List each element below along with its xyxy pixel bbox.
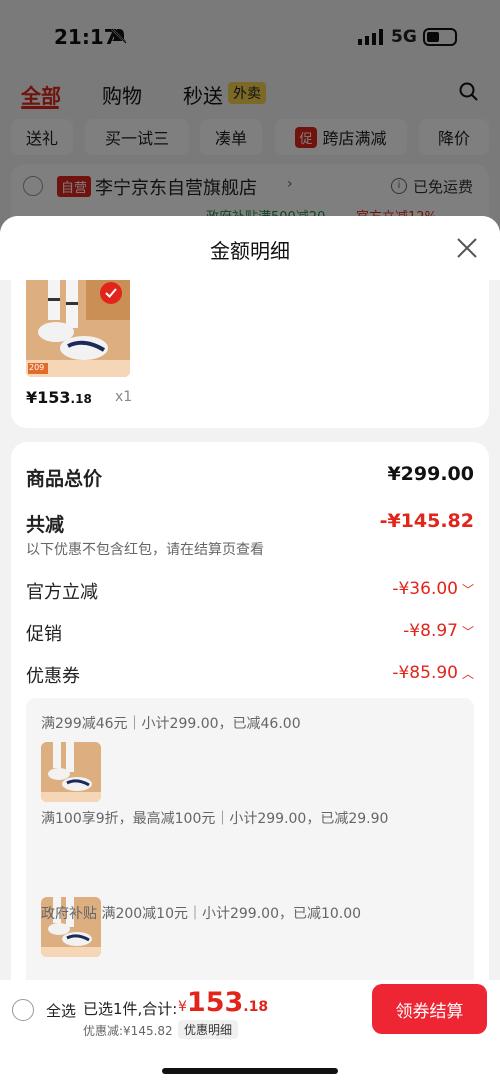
close-icon[interactable]	[456, 237, 478, 263]
sheet-header: 金额明细	[0, 216, 500, 280]
coupon-line-2: 满100享9折，最高减100元｜小计299.00，已减29.90	[41, 811, 389, 827]
chevron-up-icon: ︿	[461, 667, 474, 681]
total-price: ¥153.18	[178, 987, 268, 1018]
coupon-list: 满299减46元｜小计299.00，已减46.00 满100享9折，最高减100…	[26, 698, 474, 998]
select-all-checkbox[interactable]	[12, 999, 34, 1021]
price-symbol: ¥	[178, 999, 187, 1015]
coupon-line-3: 政府补贴 满200减10元｜小计299.00，已减10.00	[41, 906, 362, 922]
thumb-tag: 209	[29, 363, 45, 372]
discount-amount: 优惠减:¥145.82	[83, 1024, 173, 1038]
coupon-label: 优惠券	[26, 666, 80, 687]
product-card: 209 ¥153.18 x1	[11, 280, 489, 428]
price-decimal: .18	[243, 999, 269, 1015]
promo-label: 促销	[26, 624, 62, 645]
chevron-down-icon: ﹀	[461, 625, 474, 639]
product-qty: x1	[115, 389, 133, 405]
checkout-bar: 全选 已选1件,合计: ¥153.18 优惠减:¥145.82 优惠明细 领券结…	[0, 980, 500, 1083]
checkout-button[interactable]: 领券结算	[372, 984, 487, 1034]
reduce-value: -¥145.82	[379, 510, 474, 532]
official-row-toggle[interactable]: -¥36.00 ﹀	[392, 579, 474, 599]
select-all-label[interactable]: 全选	[46, 1000, 76, 1021]
checked-icon[interactable]	[100, 282, 122, 304]
promo-value: -¥8.97	[403, 621, 458, 641]
coupon-value: -¥85.90	[392, 663, 458, 683]
discount-detail-button[interactable]: 优惠明细	[178, 1020, 239, 1039]
price-main: 153	[186, 987, 244, 1018]
product-price: ¥153.18	[26, 388, 92, 407]
amount-detail-sheet: 金额明细 209 ¥153.18 x1 商品总价 ¥299.00 共减 -¥14…	[0, 216, 500, 1083]
coupon-row-toggle[interactable]: -¥85.90 ︿	[392, 663, 474, 683]
reduce-label: 共减	[26, 514, 65, 536]
selected-count: 已选1件,合计:	[83, 1000, 178, 1018]
home-indicator	[162, 1068, 338, 1074]
sheet-title: 金额明细	[210, 239, 290, 263]
official-value: -¥36.00	[392, 579, 458, 599]
coupon-line-1: 满299减46元｜小计299.00，已减46.00	[41, 716, 301, 732]
coupon-thumb-1	[41, 742, 101, 802]
chevron-down-icon: ﹀	[461, 583, 474, 597]
official-label: 官方立减	[26, 582, 98, 603]
product-price-main: ¥153	[26, 388, 71, 407]
promo-row-toggle[interactable]: -¥8.97 ﹀	[403, 621, 474, 641]
product-price-decimal: .18	[70, 392, 92, 406]
total-label: 商品总价	[26, 468, 103, 490]
total-value: ¥299.00	[387, 463, 474, 485]
reduce-note: 以下优惠不包含红包，请在结算页查看	[26, 542, 264, 558]
